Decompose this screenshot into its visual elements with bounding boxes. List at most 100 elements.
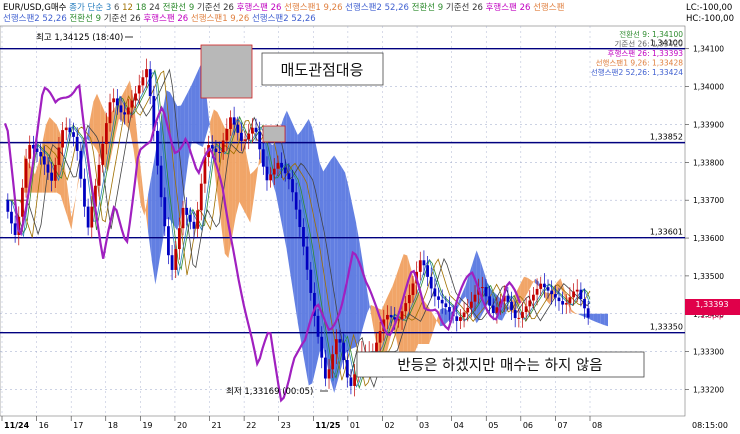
candle-body [298,209,302,228]
candle-body [72,132,75,137]
y-tick-label: 1,33600 [693,234,724,243]
level-label: 1,33852 [650,133,683,142]
candle-body [250,127,254,134]
cloud-segment [173,99,178,231]
candle-body [521,312,524,318]
candle-body [64,127,68,131]
legend-item: 기준선 26 [101,14,141,24]
x-tick-label: 07 [557,421,567,430]
candle-body [79,150,83,179]
candle-body [572,291,575,298]
y-tick-label: 1,34100 [693,45,724,54]
low-marker-label: 최저 1,33169 (00:05) [226,386,313,397]
candle-body [265,166,269,181]
lc-label: LC:-100,00 [686,3,732,13]
candle-body [327,369,331,379]
candle-body [134,93,137,101]
candle-body [57,147,61,165]
candle-body [188,214,192,222]
legend-item: 24 [146,3,160,13]
candle-body [400,311,404,320]
x-tick-label: 01 [350,421,360,430]
candle-body [24,158,28,188]
cloud-segment [166,90,170,220]
x-tick-label: 08 [592,421,602,430]
candle-body [579,289,583,299]
candle-body [389,314,393,318]
candle-body [10,211,13,224]
candle-body [232,117,236,125]
candle-body [229,117,232,129]
candle-body [407,295,411,304]
candle-body [247,133,251,140]
candle-body [119,105,123,113]
legend-item: 후행스팬 26 [141,13,189,24]
cloud-segment [593,313,598,323]
candle-body [561,301,565,305]
candle-body [586,308,590,318]
y-tick-label: 1,33200 [693,385,724,394]
candle-body [101,143,105,165]
fx-chart: EUR/USD,G매수 종가 단순 3 6 12 18 24 전환선 9 기준선… [0,0,740,434]
candle-body [455,316,459,321]
x-tick-label: 11/25 [315,421,341,430]
candle-body [42,156,46,165]
candle-body [46,164,50,173]
sell-comment-text: 매도관점대응 [281,61,364,79]
sell-zone-box [200,44,253,99]
candle-body [386,314,389,320]
cloud-segment [418,292,422,345]
indicator-legend-row-2: 선행스팬2 52,26 전환선 9 기준선 26 후행스팬 26 선행스팬1 9… [3,13,316,24]
high-marker-label: 최고 1,34125 (18:40) [36,32,123,43]
candle-body [353,374,356,386]
candle-body [488,296,492,306]
candle-body [480,287,484,289]
indicator-value: 선행스팬2 52,26: 1,33424 [591,67,683,77]
candle-body [283,167,287,174]
y-tick-label: 1,33500 [693,272,724,281]
candle-body [254,127,258,132]
candle-body [199,183,203,211]
candle-body [174,249,178,270]
candle-body [440,299,444,304]
candle-body [86,206,90,228]
candle-body [196,210,200,229]
candle-body [528,300,532,307]
indicator-value: 전환선 9: 1,34100 [619,29,683,39]
legend-item: 전환선 9 [67,13,101,24]
candle-body [181,207,185,229]
cloud-segment [345,172,349,354]
candle-body [236,124,240,133]
candle-body [575,289,579,292]
candle-body [342,342,346,361]
legend-item: 전환선 9 [409,2,443,13]
x-tick-label: 19 [142,421,152,430]
legend-item: 기준선 26 [194,3,234,13]
retest-zone-box [262,125,286,143]
candle-body [542,283,546,288]
time-label: 08:15:00 [692,421,728,430]
candle-body [272,168,276,175]
legend-item: 전환선 9 [160,2,194,13]
cloud-segment [294,126,298,323]
candle-body [437,296,440,300]
candle-body [466,307,470,313]
legend-item: 종가 단순 3 [66,2,111,13]
legend-item: 선행스팬1 9,26 [188,13,249,24]
current-price-value: 1,33393 [695,300,728,309]
candle-body [130,100,134,108]
candle-body [349,377,353,386]
candle-body [302,227,305,247]
candle-body [123,112,127,115]
candle-body [225,128,229,141]
candle-body [513,309,517,319]
x-tick-label: 11/24 [4,421,30,430]
y-tick-label: 1,33700 [693,196,724,205]
candle-body [334,339,338,355]
candle-body [61,130,64,148]
legend-item: 기준선 26 [443,3,483,13]
candle-body [75,136,79,151]
level-label: 1,33601 [650,228,683,237]
candle-body [280,162,283,168]
candle-body [422,260,426,266]
